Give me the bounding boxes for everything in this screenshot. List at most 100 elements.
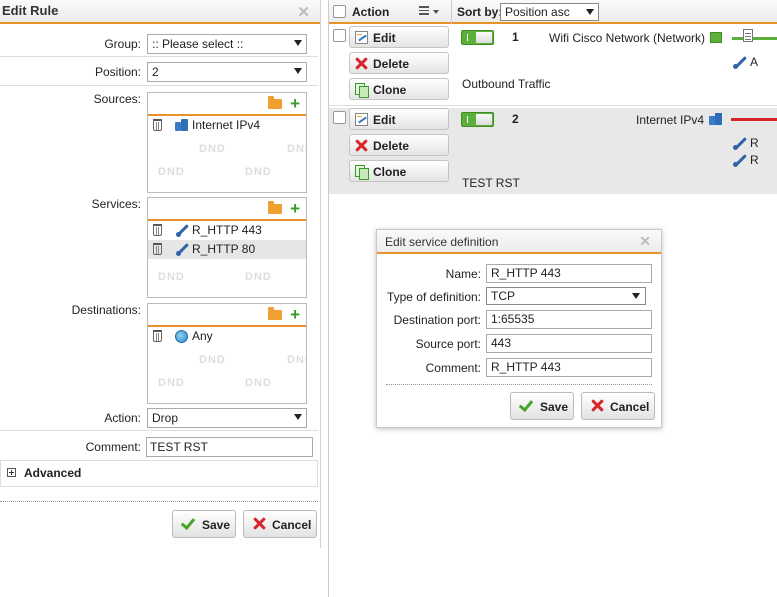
delete-button[interactable]: Delete [349, 52, 449, 74]
save-button[interactable]: Save [172, 510, 236, 538]
group-select-value: :: Please select :: [152, 37, 244, 51]
edit-icon [355, 31, 368, 44]
list-item[interactable]: R_HTTP 80 [148, 240, 306, 259]
close-icon [253, 517, 266, 530]
rule-checkbox[interactable] [333, 111, 346, 124]
edit-button[interactable]: Edit [349, 108, 449, 130]
advanced-section[interactable]: Advanced [0, 460, 318, 487]
trash-icon[interactable] [153, 330, 162, 342]
dnd-placeholder: DND [245, 271, 272, 283]
dnd-placeholder: DND [287, 354, 306, 366]
dialog-header: Edit service definition ✕ [377, 230, 661, 254]
destination-port-input[interactable]: 1:65535 [486, 310, 652, 329]
service-item-label: R_HTTP 443 [192, 223, 262, 237]
destination-item-label: Any [192, 329, 213, 343]
trash-icon[interactable] [153, 224, 162, 236]
chevron-down-icon [632, 293, 640, 299]
rule-number: 1 [512, 30, 519, 44]
save-button[interactable]: Save [510, 392, 574, 420]
clone-icon [355, 165, 369, 180]
folder-icon[interactable] [268, 307, 282, 320]
comment-input[interactable]: TEST RST [146, 437, 313, 457]
type-select-value: TCP [491, 289, 515, 303]
position-label: Position: [94, 65, 141, 79]
clone-icon [355, 83, 369, 98]
name-input[interactable]: R_HTTP 443 [486, 264, 652, 283]
rule-row[interactable]: Edit Delete Clone 2 Internet IPv4 R R TE… [329, 108, 777, 194]
source-port-value: 443 [491, 336, 512, 350]
sources-label: Sources: [93, 92, 141, 106]
close-icon [591, 399, 604, 412]
row-divider [0, 430, 318, 431]
rule-enabled-toggle[interactable] [461, 112, 494, 127]
service-icon [733, 137, 746, 150]
services-box[interactable]: + R_HTTP 443 R_HTTP 80 DND DND [147, 197, 307, 298]
expand-icon[interactable] [7, 468, 16, 477]
list-icon[interactable] [419, 6, 429, 15]
comment-input[interactable]: R_HTTP 443 [486, 358, 652, 377]
rule-enabled-toggle[interactable] [461, 30, 494, 45]
chevron-down-icon [294, 40, 302, 46]
rule-network: Internet IPv4 [636, 113, 705, 127]
service-icon [733, 56, 746, 69]
select-all-checkbox[interactable] [333, 5, 346, 18]
name-input-value: R_HTTP 443 [491, 266, 561, 280]
list-item[interactable]: R_HTTP 443 [148, 221, 306, 240]
list-item[interactable]: Internet IPv4 [148, 116, 306, 135]
group-label: Group: [104, 37, 141, 51]
rule-network: Wifi Cisco Network (Network) [549, 31, 706, 45]
sources-box[interactable]: + Internet IPv4 DND DND DND DND [147, 92, 307, 193]
destinations-label: Destinations: [71, 303, 141, 317]
destinations-box[interactable]: + Any DND DND DND DND [147, 303, 307, 404]
action-label: Action: [104, 411, 141, 425]
network-flag-icon [710, 32, 722, 43]
trash-icon[interactable] [153, 243, 162, 255]
close-icon[interactable]: ✕ [639, 233, 651, 250]
sort-select[interactable]: Position asc [500, 3, 599, 21]
folder-icon[interactable] [268, 201, 282, 214]
network-icon [709, 113, 722, 125]
clone-button[interactable]: Clone [349, 78, 449, 100]
trash-icon[interactable] [153, 119, 162, 131]
allow-line [732, 37, 777, 40]
row-divider [0, 85, 318, 86]
cancel-button[interactable]: Cancel [581, 392, 655, 420]
destinations-box-header: + [148, 304, 306, 327]
rule-comment: TEST RST [462, 176, 520, 190]
globe-icon [175, 330, 188, 343]
close-icon[interactable]: ✕ [297, 3, 310, 21]
source-port-label: Source port: [415, 337, 481, 351]
destination-port-label: Destination port: [393, 313, 481, 327]
rule-row[interactable]: Edit Delete Clone 1 Wifi Cisco Network (… [329, 26, 777, 106]
action-select-value: Drop [152, 411, 179, 425]
cancel-button[interactable]: Cancel [243, 510, 317, 538]
name-label: Name: [445, 267, 481, 281]
folder-icon[interactable] [268, 96, 282, 109]
add-icon[interactable]: + [290, 200, 300, 217]
dnd-placeholder: DND [158, 166, 185, 178]
delete-button[interactable]: Delete [349, 134, 449, 156]
destination-port-value: 1:65535 [491, 312, 535, 326]
action-select[interactable]: Drop [147, 408, 307, 428]
clone-button[interactable]: Clone [349, 160, 449, 182]
position-select[interactable]: 2 [147, 62, 307, 82]
row-divider [0, 56, 318, 57]
rule-checkbox[interactable] [333, 29, 346, 42]
chevron-down-icon[interactable] [433, 10, 439, 14]
list-item[interactable]: Any [148, 327, 306, 346]
advanced-label: Advanced [24, 466, 82, 480]
group-select[interactable]: :: Please select :: [147, 34, 307, 54]
drop-line [731, 118, 777, 121]
rule-number: 2 [512, 112, 519, 126]
action-column-label: Action [352, 5, 390, 19]
add-icon[interactable]: + [290, 95, 300, 112]
sources-box-header: + [148, 93, 306, 116]
source-port-input[interactable]: 443 [486, 334, 652, 353]
edit-icon [355, 113, 368, 126]
type-select[interactable]: TCP [486, 287, 646, 305]
truncated-service-label: R [750, 136, 759, 150]
edit-button[interactable]: Edit [349, 26, 449, 48]
add-icon[interactable]: + [290, 306, 300, 323]
column-divider [451, 0, 452, 24]
dnd-placeholder: DND [158, 377, 185, 389]
